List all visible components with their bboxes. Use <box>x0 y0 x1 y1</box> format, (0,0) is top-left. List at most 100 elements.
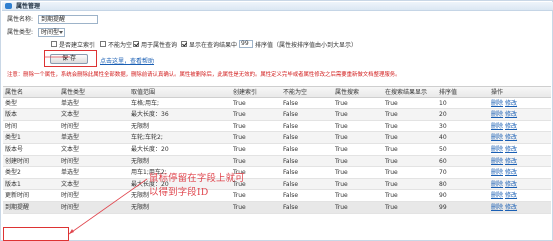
delete-link[interactable]: 删除 <box>491 146 503 153</box>
attr-show-cell: True <box>385 157 398 165</box>
attr-show-cell: True <box>385 111 398 119</box>
attr-range-cell: 车格;用车; <box>131 99 160 107</box>
checkbox-box[interactable] <box>100 41 106 47</box>
checkbox-query[interactable]: 用于属性查询 <box>133 40 177 49</box>
order-hint: （属性按排序值由小到大显示） <box>273 41 358 49</box>
edit-link[interactable]: 修改 <box>505 123 517 130</box>
delete-link[interactable]: 删除 <box>491 158 503 165</box>
attr-order-cell: 99 <box>439 203 447 211</box>
attr-name-cell[interactable]: 更新时间 <box>3 190 59 201</box>
table-row: 版本 文本型 最大长度：36 True False True True 20 删… <box>3 109 551 121</box>
delete-link[interactable]: 删除 <box>491 204 503 211</box>
checkbox-label: 是否建立索引 <box>59 41 96 49</box>
delete-link[interactable]: 删除 <box>491 169 503 176</box>
checkbox-not-null[interactable]: 不能为空 <box>100 40 133 49</box>
edit-link[interactable]: 修改 <box>505 204 517 211</box>
table-header-row: 属性名 属性类型 取值范围 创建索引 不能为空 属性搜索 在搜索结果显示 排序值… <box>3 86 551 98</box>
attr-range-cell: 无限制 <box>131 203 150 211</box>
checkbox-box[interactable] <box>133 41 139 47</box>
attr-search-cell: True <box>335 145 348 153</box>
attr-name-cell[interactable]: 版本 <box>3 109 59 120</box>
attr-order-cell: 50 <box>439 145 447 153</box>
attr-name-cell[interactable]: 类型 <box>3 98 59 109</box>
table-row: 创建时间 时间型 无限制 True False True True 60 删除修… <box>3 155 551 168</box>
checkbox-show-in-results[interactable]: 显示在查询结果中 99 排序值 （属性按排序值由小到大显示） <box>181 40 358 49</box>
attr-name-cell[interactable]: 到期提醒 <box>3 202 59 213</box>
attribute-name-input[interactable]: 到期提醒 <box>38 15 98 24</box>
actions-cell: 删除 修改 <box>489 121 551 132</box>
column-header: 取值范围 <box>131 89 156 96</box>
order-input[interactable]: 99 <box>239 40 254 48</box>
checkbox-label: 不能为空 <box>108 41 133 49</box>
edit-link[interactable]: 修改 <box>505 134 517 141</box>
checkbox-box[interactable] <box>181 41 187 47</box>
attr-show-cell: True <box>385 203 398 211</box>
save-button[interactable]: 保 存 <box>50 54 88 64</box>
attr-name-cell[interactable]: 类型2 <box>3 167 59 178</box>
checkbox-box[interactable] <box>51 41 57 47</box>
table-row-selected: 到期提醒 时间型 无限制 True False True True 99 删除修… <box>3 201 551 214</box>
edit-link[interactable]: 修改 <box>505 146 517 153</box>
column-header: 属性名 <box>5 89 24 96</box>
attr-type-cell: 单选型 <box>61 169 80 177</box>
arrowhead-icon <box>69 229 74 234</box>
actions-cell: 删除 修改 <box>489 179 551 190</box>
panel-titlebar: 属性管理 <box>2 2 553 11</box>
attr-index-cell: True <box>233 157 246 165</box>
actions-cell: 删除 修改 <box>489 144 551 155</box>
edit-link[interactable]: 修改 <box>505 169 517 176</box>
attribute-type-select[interactable]: 时间型 <box>38 28 65 37</box>
attr-range-cell: 车轮;车轮2; <box>131 134 163 142</box>
column-header: 创建索引 <box>233 89 258 96</box>
attr-name-cell[interactable]: 版本1 <box>3 179 59 190</box>
actions-cell: 删除 修改 <box>489 132 551 143</box>
attr-type-cell: 时间型 <box>61 192 80 200</box>
edit-link[interactable]: 修改 <box>505 158 517 165</box>
type-label: 属性类型: <box>7 29 34 36</box>
edit-link[interactable]: 修改 <box>505 111 517 118</box>
delete-link[interactable]: 删除 <box>491 100 503 107</box>
delete-link[interactable]: 删除 <box>491 181 503 188</box>
table-row: 时间 时间型 无限制 True False True True 30 删除 修改 <box>3 121 551 133</box>
attr-type-cell: 文本型 <box>61 145 80 153</box>
column-header: 不能为空 <box>283 89 308 96</box>
attr-name-cell[interactable]: 类型1 <box>3 132 59 143</box>
edit-link[interactable]: 修改 <box>505 100 517 107</box>
edit-link[interactable]: 修改 <box>505 192 517 199</box>
column-header: 在搜索结果显示 <box>385 89 428 96</box>
panel-icon <box>5 3 12 9</box>
attr-search-cell: True <box>335 99 348 107</box>
attr-type-cell: 时间型 <box>61 122 80 130</box>
attr-name-cell[interactable]: 时间 <box>3 121 59 132</box>
delete-link[interactable]: 删除 <box>491 134 503 141</box>
attr-notnull-cell: False <box>283 111 299 119</box>
attr-notnull-cell: False <box>283 145 299 153</box>
attr-range-cell: 最大长度：36 <box>131 111 169 119</box>
actions-cell: 删除 修改 <box>489 98 551 109</box>
attr-name-cell[interactable]: 创建时间 <box>3 156 59 167</box>
help-link[interactable]: 点击这里，查看帮助 <box>100 58 154 65</box>
checkbox-index[interactable]: 是否建立索引 <box>51 40 96 49</box>
edit-link[interactable]: 修改 <box>505 181 517 188</box>
actions-cell: 删除 修改 <box>489 156 551 167</box>
delete-link[interactable]: 删除 <box>491 123 503 130</box>
attr-search-cell: True <box>335 157 348 165</box>
attr-order-cell: 70 <box>439 169 447 177</box>
attr-order-cell: 20 <box>439 111 447 119</box>
delete-link[interactable]: 删除 <box>491 111 503 118</box>
warning-notice: 注意：删除一个属性，系统会删除此属性全部数据，删除前请认真确认。属性被删除后，此… <box>7 72 401 78</box>
attr-search-cell: True <box>335 180 348 188</box>
attribute-type-value: 时间型 <box>41 29 60 36</box>
attribute-management-window: 属性管理 属性名称: 到期提醒 属性类型: 时间型 是否建立索引 不能为空 用于… <box>0 0 553 241</box>
delete-link[interactable]: 删除 <box>491 192 503 199</box>
column-header: 属性类型 <box>61 89 86 96</box>
attr-notnull-cell: False <box>283 99 299 107</box>
attr-range-cell: 无限制 <box>131 122 150 130</box>
attr-order-cell: 80 <box>439 180 447 188</box>
attr-order-cell: 30 <box>439 122 447 130</box>
attr-show-cell: True <box>385 122 398 130</box>
attr-type-cell: 单选型 <box>61 134 80 142</box>
attr-name-cell[interactable]: 版本号 <box>3 144 59 155</box>
attr-notnull-cell: False <box>283 122 299 130</box>
attr-order-cell: 60 <box>439 157 447 165</box>
